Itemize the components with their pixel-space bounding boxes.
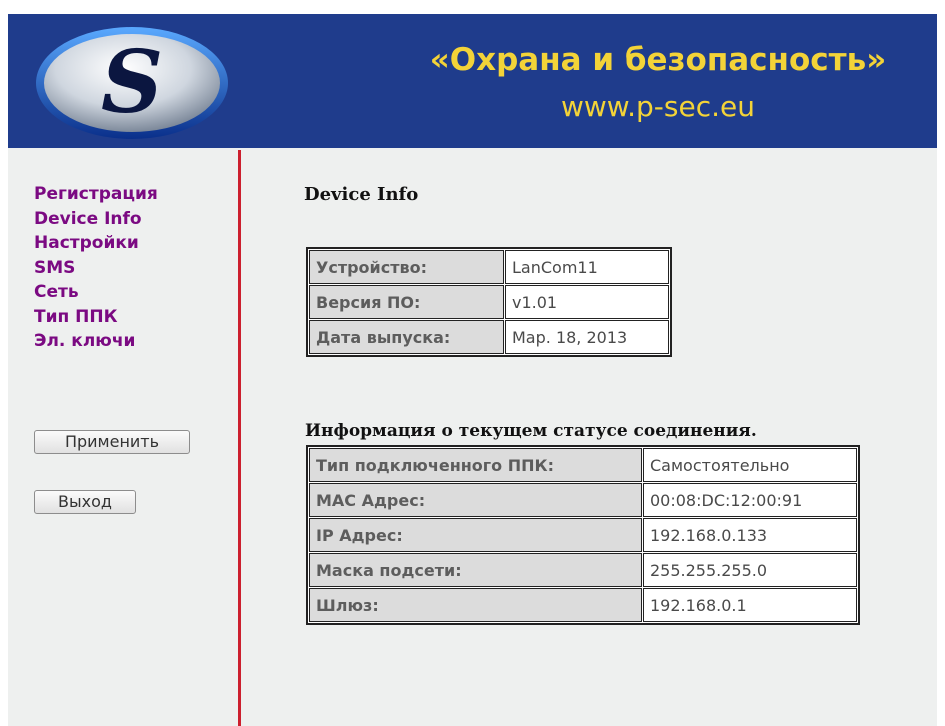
company-logo: S	[36, 27, 228, 139]
sidebar-item-panel-type[interactable]: Тип ППК	[34, 305, 234, 330]
connection-status-title: Информация о текущем статусе соединения.	[305, 421, 757, 441]
panel-type-label: Тип подключенного ППК:	[309, 448, 642, 482]
mac-address-label: MAC Адрес:	[309, 483, 642, 517]
gateway-value: 192.168.0.1	[643, 588, 857, 622]
device-info-title: Device Info	[304, 184, 419, 205]
device-value: LanCom11	[505, 250, 669, 284]
apply-button[interactable]: Применить	[34, 430, 190, 454]
sidebar-item-network[interactable]: Сеть	[34, 280, 234, 305]
ip-address-value: 192.168.0.133	[643, 518, 857, 552]
subnet-mask-value: 255.255.255.0	[643, 553, 857, 587]
connection-status-table: Тип подключенного ППК: Самостоятельно MA…	[306, 445, 860, 625]
device-info-table: Устройство: LanCom11 Версия ПО: v1.01 Да…	[306, 247, 672, 357]
sidebar-item-device-info[interactable]: Device Info	[34, 207, 234, 232]
table-row: Маска подсети: 255.255.255.0	[309, 553, 857, 587]
firmware-value: v1.01	[505, 285, 669, 319]
site-header: S «Охрана и безопасность» www.p-sec.eu	[8, 14, 937, 148]
gateway-label: Шлюз:	[309, 588, 642, 622]
table-row: Тип подключенного ППК: Самостоятельно	[309, 448, 857, 482]
table-row: Устройство: LanCom11	[309, 250, 669, 284]
release-date-label: Дата выпуска:	[309, 320, 504, 354]
logo-letter: S	[101, 32, 163, 133]
table-row: Версия ПО: v1.01	[309, 285, 669, 319]
release-date-value: Мар. 18, 2013	[505, 320, 669, 354]
sidebar-item-registration[interactable]: Регистрация	[34, 182, 234, 207]
sidebar-nav: Регистрация Device Info Настройки SMS Се…	[34, 182, 234, 354]
table-row: MAC Адрес: 00:08:DC:12:00:91	[309, 483, 857, 517]
subnet-mask-label: Маска подсети:	[309, 553, 642, 587]
table-row: IP Адрес: 192.168.0.133	[309, 518, 857, 552]
table-row: Шлюз: 192.168.0.1	[309, 588, 857, 622]
mac-address-value: 00:08:DC:12:00:91	[643, 483, 857, 517]
device-label: Устройство:	[309, 250, 504, 284]
sidebar-divider	[238, 150, 241, 726]
sidebar-item-keys[interactable]: Эл. ключи	[34, 329, 234, 354]
table-row: Дата выпуска: Мар. 18, 2013	[309, 320, 669, 354]
panel-type-value: Самостоятельно	[643, 448, 857, 482]
firmware-label: Версия ПО:	[309, 285, 504, 319]
exit-button[interactable]: Выход	[34, 490, 136, 514]
sidebar-item-settings[interactable]: Настройки	[34, 231, 234, 256]
brand-title: «Охрана и безопасность»	[429, 42, 887, 78]
ip-address-label: IP Адрес:	[309, 518, 642, 552]
brand-url: www.p-sec.eu	[561, 90, 755, 123]
sidebar-item-sms[interactable]: SMS	[34, 256, 234, 281]
